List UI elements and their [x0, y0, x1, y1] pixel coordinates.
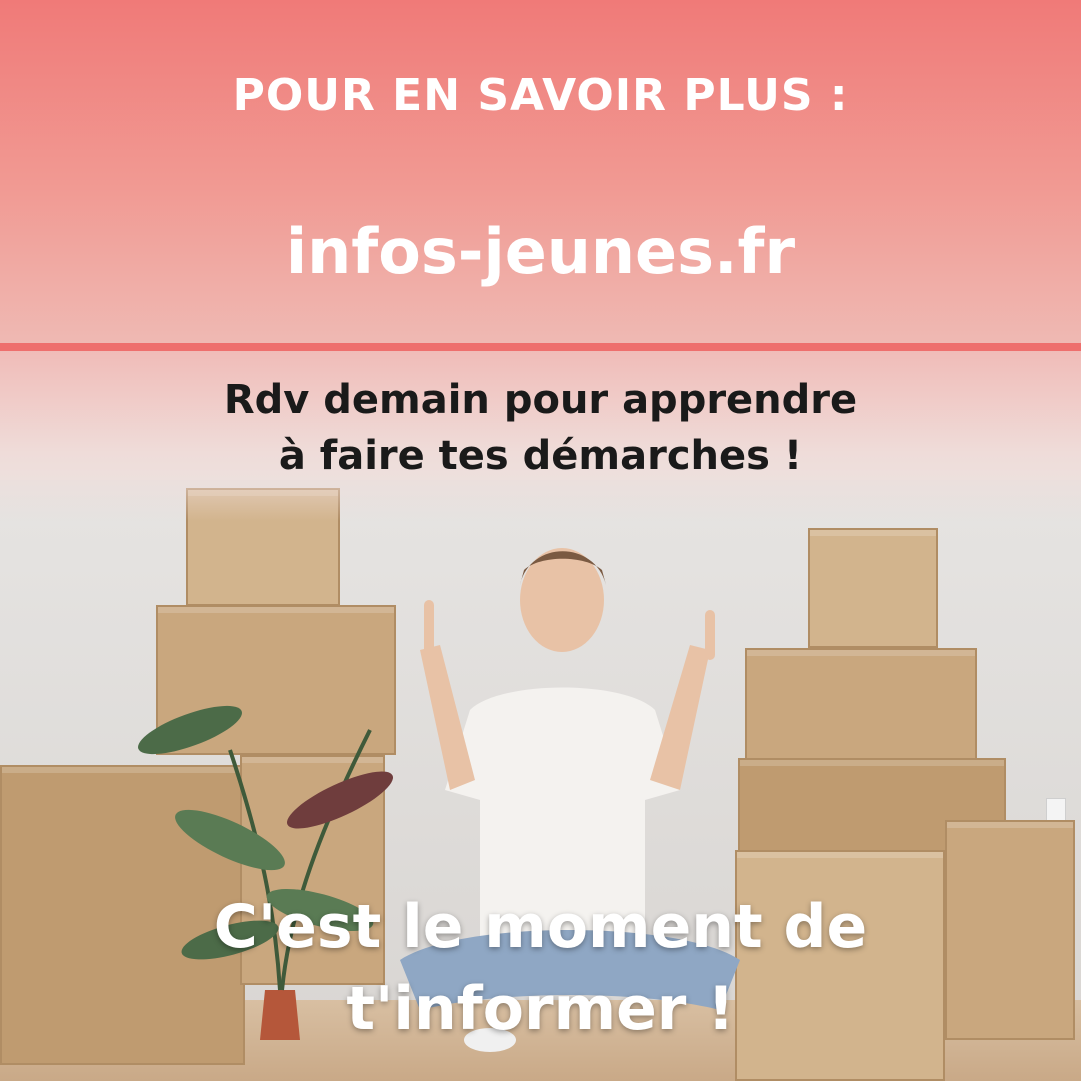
box	[808, 528, 938, 648]
cta-line: t'informer !	[346, 974, 735, 1044]
power-outlet	[1046, 798, 1066, 822]
subtitle-line: à faire tes démarches !	[278, 433, 803, 479]
banner-divider	[0, 343, 1081, 351]
top-banner	[0, 0, 1081, 343]
subtitle-line: Rdv demain pour apprendre	[223, 377, 858, 423]
website-link[interactable]: infos-jeunes.fr	[0, 215, 1081, 288]
box	[745, 648, 977, 766]
call-to-action: C'est le moment de t'informer !	[0, 886, 1081, 1050]
poster: POUR EN SAVOIR PLUS : infos-jeunes.fr Rd…	[0, 0, 1081, 1081]
cta-line: C'est le moment de	[213, 892, 868, 962]
banner-heading: POUR EN SAVOIR PLUS :	[232, 70, 849, 121]
subtitle: Rdv demain pour apprendre à faire tes dé…	[0, 372, 1081, 484]
